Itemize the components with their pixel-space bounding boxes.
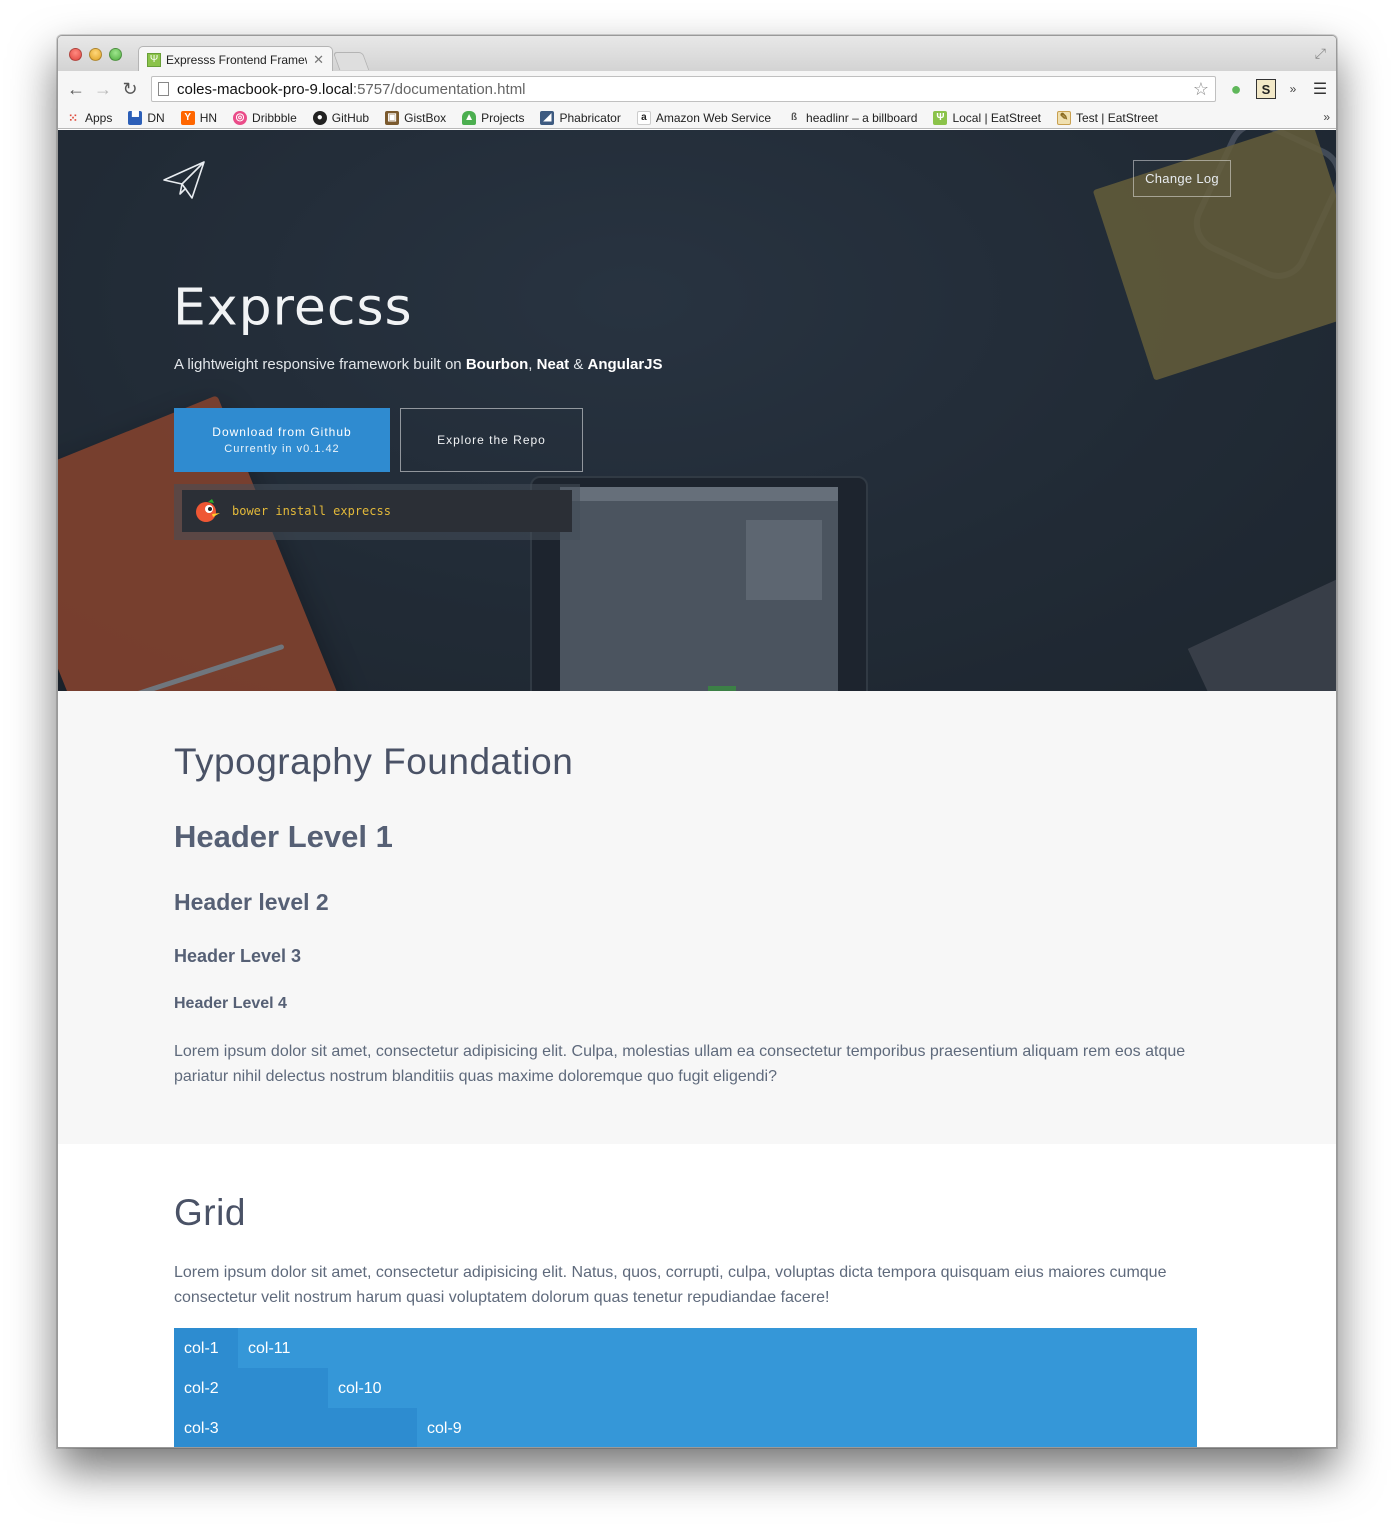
url-host: coles-macbook-pro-9.local — [177, 80, 353, 98]
hero-subtitle: A lightweight responsive framework built… — [174, 356, 663, 373]
bookmark-github[interactable]: ● GitHub — [312, 110, 369, 125]
download-label: Download from Github — [212, 425, 352, 439]
bookmark-gistbox[interactable]: ▣ GistBox — [385, 110, 446, 125]
grid-col-10: col-10 — [328, 1368, 1197, 1408]
minimize-window-button[interactable] — [89, 48, 102, 61]
explore-repo-button[interactable]: Explore the Repo — [400, 408, 583, 472]
grid-title: Grid — [174, 1192, 246, 1233]
hn-icon: Y — [180, 110, 195, 125]
close-tab-icon[interactable]: ✕ — [313, 52, 324, 68]
paper-plane-logo-icon[interactable] — [162, 160, 206, 200]
bourbon-label: Bourbon — [465, 356, 529, 373]
angularjs-label: AngularJS — [587, 356, 663, 373]
amazon-icon: a — [636, 110, 651, 125]
back-arrow-icon[interactable]: ← — [64, 77, 88, 101]
header-level-2: Header level 2 — [174, 889, 329, 915]
grid-section: Grid Lorem ipsum dolor sit amet, consect… — [58, 1144, 1336, 1447]
grid-row: col-3 col-9 — [174, 1408, 1197, 1447]
grid-col-9: col-9 — [417, 1408, 1197, 1447]
grid-paragraph: Lorem ipsum dolor sit amet, consectetur … — [174, 1264, 1167, 1306]
bookmark-projects[interactable]: ▲ Projects — [462, 110, 524, 125]
header-level-1: Header Level 1 — [174, 819, 393, 854]
github-icon: ● — [312, 110, 327, 125]
hero-section: Change Log Exprecss A lightweight respon… — [58, 130, 1336, 691]
extensions-overflow-icon[interactable]: » — [1286, 79, 1300, 99]
test-eatstreet-icon: ✎ — [1056, 110, 1071, 125]
bookmark-star-icon[interactable]: ☆ — [1193, 79, 1209, 100]
reload-icon[interactable]: ↻ — [118, 77, 142, 101]
s-extension-icon[interactable]: S — [1256, 79, 1276, 99]
bookmark-dribbble[interactable]: ◎ Dribbble — [233, 110, 297, 125]
chrome-menu-icon[interactable]: ☰ — [1310, 79, 1330, 99]
dribbble-icon: ◎ — [233, 110, 248, 125]
version-label: Currently in v0.1.42 — [224, 443, 340, 455]
tab-title: Expresss Frontend Framew — [166, 52, 308, 67]
address-bar[interactable]: coles-macbook-pro-9.local:5757/documenta… — [151, 76, 1216, 102]
evernote-extension-icon[interactable]: ● — [1226, 79, 1246, 99]
grid-row: col-1 col-11 — [174, 1328, 1197, 1368]
gistbox-icon: ▣ — [385, 110, 400, 125]
download-github-button[interactable]: Download from Github Currently in v0.1.4… — [174, 408, 390, 472]
hero-title: Exprecss — [173, 278, 413, 338]
bookmarks-bar: ⁙ Apps ▀ DN Y HN ◎ Dribbble ● GitHub ▣ GistBox… — [58, 107, 1336, 129]
bookmark-apps[interactable]: ⁙ Apps — [66, 111, 112, 125]
subtitle-amp: & — [569, 356, 588, 373]
dn-icon: ▀ — [128, 110, 143, 125]
forward-arrow-icon[interactable]: → — [91, 77, 115, 101]
bower-install-box: bower install exprecss — [174, 484, 580, 540]
bookmark-phabricator[interactable]: ◢ Phabricator — [540, 110, 621, 125]
header-level-4: Header Level 4 — [174, 995, 287, 1012]
bookmark-amazon[interactable]: a Amazon Web Service — [636, 110, 771, 125]
projects-icon: ▲ — [462, 110, 477, 125]
bookmarks-overflow-icon[interactable]: » — [1323, 110, 1330, 124]
grid-row: col-2 col-10 — [174, 1368, 1197, 1408]
page-icon — [158, 82, 169, 96]
typography-title: Typography Foundation — [174, 741, 574, 782]
bookmark-local-eatstreet[interactable]: Ψ Local | EatStreet — [933, 110, 1041, 125]
grid-col-1: col-1 — [174, 1328, 238, 1368]
fullscreen-icon[interactable]: ⤢ — [1315, 45, 1326, 62]
bookmark-test-eatstreet[interactable]: ✎ Test | EatStreet — [1056, 110, 1158, 125]
bookmark-hn[interactable]: Y HN — [180, 110, 217, 125]
bookmark-dn[interactable]: ▀ DN — [128, 110, 165, 125]
eatstreet-icon: Ψ — [933, 110, 948, 125]
bower-command: bower install exprecss — [232, 504, 391, 518]
url-path: :5757/documentation.html — [352, 80, 526, 98]
headlinr-icon: ß — [790, 112, 798, 123]
browser-tab[interactable]: Ψ Expresss Frontend Framew ✕ — [138, 46, 333, 72]
grid-col-3: col-3 — [174, 1408, 417, 1447]
grid-col-2: col-2 — [174, 1368, 328, 1408]
page-content: Change Log Exprecss A lightweight respon… — [58, 130, 1336, 1447]
bower-command-field[interactable]: bower install exprecss — [182, 490, 572, 532]
grid-demo: col-1 col-11 col-2 col-10 col-3 col-9 — [174, 1328, 1197, 1447]
bower-bird-icon — [196, 499, 220, 522]
grid-col-11: col-11 — [238, 1328, 1197, 1368]
phabricator-icon: ◢ — [540, 110, 555, 125]
close-window-button[interactable] — [69, 48, 82, 61]
subtitle-comma: , — [528, 356, 537, 373]
typography-section: Typography Foundation Header Level 1 Hea… — [58, 691, 1336, 1144]
new-tab-button[interactable] — [332, 52, 370, 70]
zoom-window-button[interactable] — [109, 48, 122, 61]
browser-window: Ψ Expresss Frontend Framew ✕ ⤢ ← → ↻ col… — [57, 35, 1337, 1448]
apps-grid-icon: ⁙ — [67, 110, 79, 125]
typography-paragraph: Lorem ipsum dolor sit amet, consectetur … — [174, 1043, 1186, 1085]
change-log-button[interactable]: Change Log — [1133, 160, 1231, 197]
eatstreet-favicon-icon: Ψ — [147, 52, 161, 67]
subtitle-text: A lightweight responsive framework built… — [174, 356, 466, 373]
bookmark-headlinr[interactable]: ß headlinr – a billboard — [787, 111, 917, 125]
header-level-3: Header Level 3 — [174, 946, 302, 966]
neat-label: Neat — [536, 356, 570, 373]
browser-toolbar: ← → ↻ coles-macbook-pro-9.local:5757/doc… — [58, 71, 1336, 107]
titlebar: Ψ Expresss Frontend Framew ✕ ⤢ — [58, 36, 1336, 72]
